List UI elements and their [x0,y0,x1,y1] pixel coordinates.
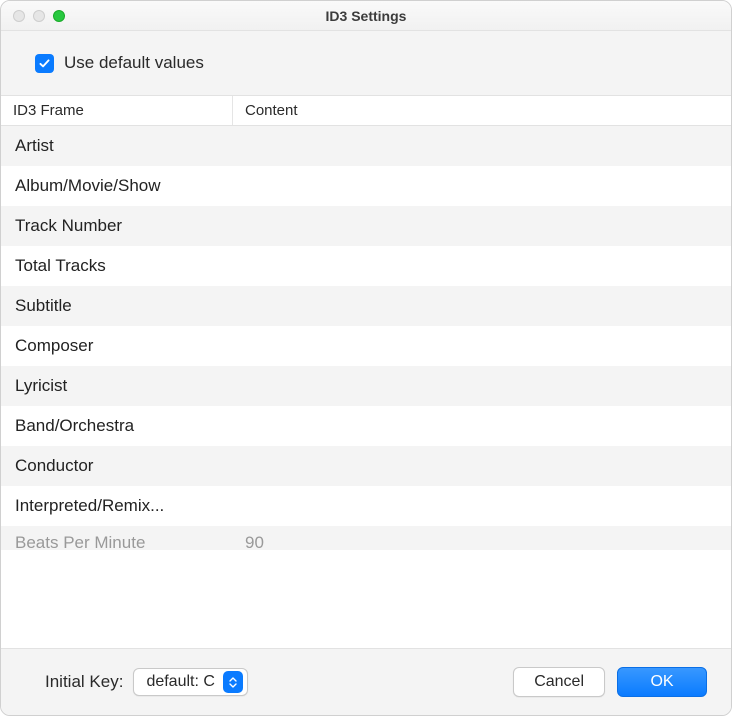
initial-key-select[interactable]: default: C [133,668,247,696]
table-row[interactable]: Beats Per Minute 90 [1,526,731,550]
use-default-values-label: Use default values [64,53,204,73]
table-row[interactable]: Album/Movie/Show [1,166,731,206]
window-controls [1,10,65,22]
cell-frame: Subtitle [1,296,233,316]
table-row[interactable]: Artist [1,126,731,166]
select-arrows-icon [223,671,243,693]
table-row[interactable]: Conductor [1,446,731,486]
cell-frame: Track Number [1,216,233,236]
use-default-values-checkbox[interactable] [35,54,54,73]
column-header-content[interactable]: Content [233,96,731,125]
cell-content[interactable]: 90 [233,533,731,550]
table-row[interactable]: Lyricist [1,366,731,406]
cell-frame: Artist [1,136,233,156]
dialog-footer: Initial Key: default: C Cancel OK [1,648,731,715]
cell-frame: Composer [1,336,233,356]
table-row[interactable]: Total Tracks [1,246,731,286]
minimize-window-button[interactable] [33,10,45,22]
cell-frame: Band/Orchestra [1,416,233,436]
zoom-window-button[interactable] [53,10,65,22]
titlebar: ID3 Settings [1,1,731,31]
options-header: Use default values [1,31,731,96]
table-header: ID3 Frame Content [1,96,731,126]
initial-key-label: Initial Key: [45,672,123,692]
column-header-id3-frame[interactable]: ID3 Frame [1,96,233,125]
window-title: ID3 Settings [1,8,731,24]
id3-settings-window: ID3 Settings Use default values ID3 Fram… [0,0,732,716]
table-row[interactable]: Composer [1,326,731,366]
cell-frame: Conductor [1,456,233,476]
cell-frame: Lyricist [1,376,233,396]
table-row[interactable]: Subtitle [1,286,731,326]
close-window-button[interactable] [13,10,25,22]
table-row[interactable]: Track Number [1,206,731,246]
id3-table-body[interactable]: Artist Album/Movie/Show Track Number Tot… [1,126,731,648]
ok-button[interactable]: OK [617,667,707,697]
cell-frame: Beats Per Minute [1,533,233,550]
cancel-button[interactable]: Cancel [513,667,605,697]
table-row[interactable]: Band/Orchestra [1,406,731,446]
cell-frame: Interpreted/Remix... [1,496,233,516]
checkmark-icon [38,57,51,70]
cell-frame: Album/Movie/Show [1,176,233,196]
initial-key-value: default: C [146,673,214,691]
table-row[interactable]: Interpreted/Remix... [1,486,731,526]
cell-frame: Total Tracks [1,256,233,276]
